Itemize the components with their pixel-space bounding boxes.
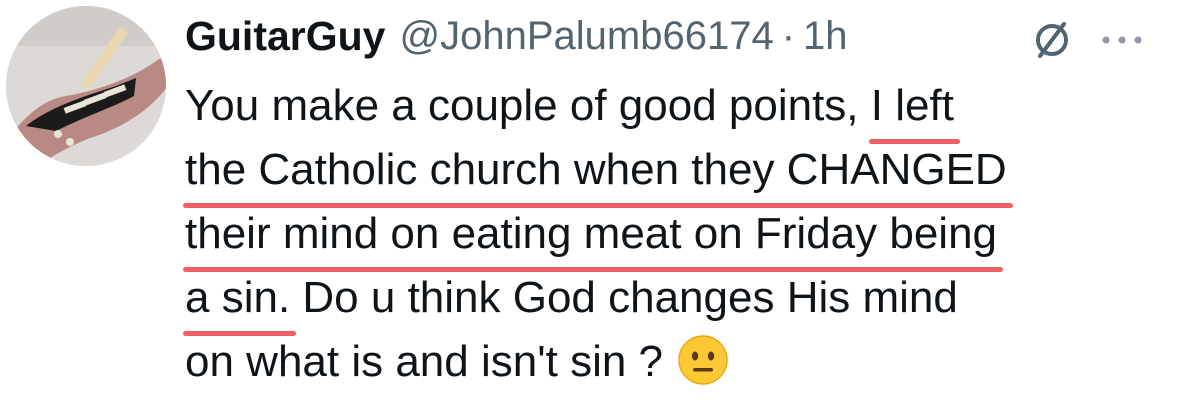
tweet-line-4: a sin. Do u think God changes His mind <box>182 266 1175 336</box>
tweet-text-segment: You make a couple of good points, <box>185 81 871 130</box>
neutral-face-icon <box>677 334 729 386</box>
tweet[interactable]: GuitarGuy @JohnPalumb66174 · 1h You make… <box>0 0 1187 416</box>
guitar-photo <box>6 6 166 166</box>
separator-dot: · <box>781 13 796 58</box>
tweet-line-3: their mind on eating meat on Friday bein… <box>182 202 1175 272</box>
highlighted-text: a sin. <box>182 266 297 336</box>
highlighted-text: their mind on eating meat on Friday bein… <box>182 202 1004 272</box>
author-handle[interactable]: @JohnPalumb66174 <box>399 14 773 59</box>
avatar[interactable] <box>6 6 166 166</box>
tweet-text-segment: Do u think God changes His mind <box>290 273 958 322</box>
tweet-line-2: the Catholic church when they CHANGED <box>183 138 1175 208</box>
tweet-line-5: on what is and isn't sin ? <box>185 330 1175 394</box>
tweet-text: You make a couple of good points, I left… <box>182 74 1175 394</box>
tweet-timestamp[interactable]: 1h <box>803 14 848 59</box>
more-horizontal-icon[interactable] <box>1098 22 1146 58</box>
tweet-header: GuitarGuy @JohnPalumb66174 · 1h <box>185 6 848 66</box>
tweet-text-segment: on what is and isn't sin ? <box>185 337 664 386</box>
highlighted-text: the Catholic church when they CHANGED <box>183 138 1013 208</box>
grok-slash-icon[interactable] <box>1030 18 1074 62</box>
author-display-name[interactable]: GuitarGuy <box>185 13 385 60</box>
highlighted-text: I left <box>868 74 961 144</box>
tweet-line-1: You make a couple of good points, I left <box>185 74 1175 144</box>
